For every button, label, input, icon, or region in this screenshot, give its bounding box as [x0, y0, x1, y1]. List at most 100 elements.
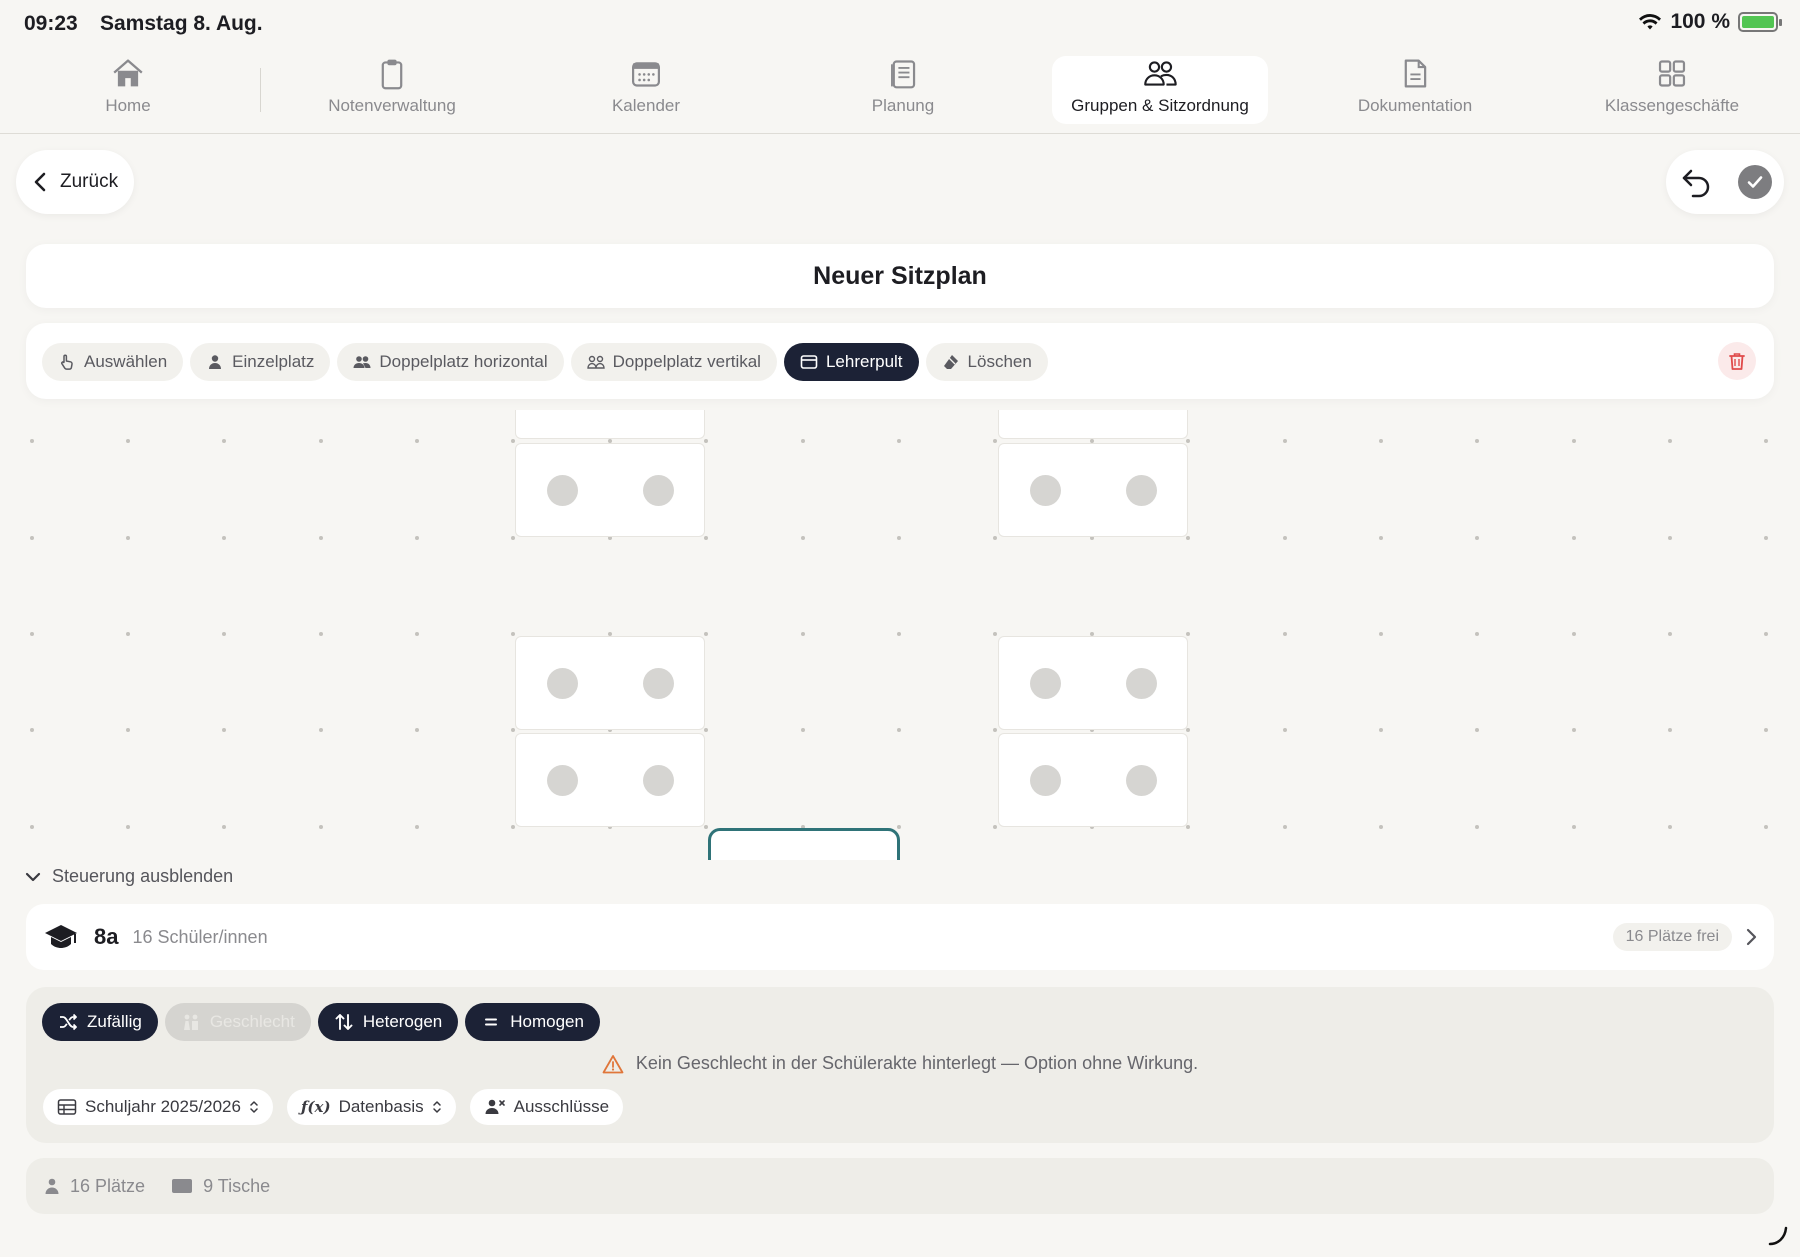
grid-dot — [1283, 632, 1287, 636]
seat-marker[interactable] — [642, 764, 674, 796]
grid-dot — [30, 536, 34, 540]
grid-icon — [1658, 60, 1686, 87]
double-desk[interactable] — [515, 636, 705, 730]
double-desk[interactable] — [998, 443, 1188, 537]
strategy-heterogeneous-button[interactable]: Heterogen — [317, 1003, 459, 1041]
grid-dot — [1572, 536, 1576, 540]
double-desk[interactable] — [998, 636, 1188, 730]
grid-dot — [993, 439, 997, 443]
strategy-random-button[interactable]: Zufällig — [42, 1003, 158, 1041]
tab-home[interactable]: Home — [78, 56, 178, 124]
calendar-icon — [632, 62, 660, 87]
grid-dot — [415, 632, 419, 636]
back-label: Zurück — [60, 171, 119, 192]
seat-marker[interactable] — [642, 474, 674, 506]
tool-double-seat-horizontal[interactable]: Doppelplatz horizontal — [337, 343, 564, 381]
seat-marker[interactable] — [1125, 667, 1157, 699]
school-year-selector[interactable]: Schuljahr 2025/2026 — [43, 1089, 273, 1125]
grid-dot — [897, 439, 901, 443]
plan-stats: 16 Plätze 9 Tische — [26, 1158, 1774, 1214]
grid-dot — [415, 825, 419, 829]
tab-dokumentation[interactable]: Dokumentation — [1340, 56, 1490, 124]
arrows-updown-icon — [335, 1014, 353, 1030]
tab-notenverwaltung[interactable]: Notenverwaltung — [312, 56, 472, 124]
seat-marker[interactable] — [1029, 474, 1061, 506]
table-rect-icon — [172, 1179, 193, 1193]
tab-kalender[interactable]: Kalender — [596, 56, 696, 124]
grid-dot — [1186, 439, 1190, 443]
checkmark-icon — [1747, 176, 1762, 188]
grid-dot — [222, 825, 226, 829]
grid-dot — [1475, 439, 1479, 443]
double-desk[interactable] — [515, 410, 705, 439]
editor-toolbar: Auswählen Einzelplatz Doppelplatz horizo… — [26, 323, 1774, 399]
grid-dot — [126, 825, 130, 829]
tool-single-seat[interactable]: Einzelplatz — [190, 343, 331, 381]
grid-dot — [1668, 825, 1672, 829]
strategy-homogeneous-button[interactable]: Homogen — [465, 1003, 600, 1041]
grid-dot — [1475, 536, 1479, 540]
seat-marker[interactable] — [1125, 764, 1157, 796]
chevron-down-icon — [25, 872, 41, 881]
tab-klassengeschaefte[interactable]: Klassengeschäfte — [1592, 56, 1752, 124]
seat-marker[interactable] — [546, 474, 578, 506]
confirm-button[interactable] — [1737, 165, 1772, 199]
seating-plan-title-card[interactable]: Neuer Sitzplan — [26, 244, 1774, 308]
tool-erase[interactable]: Löschen — [925, 343, 1048, 381]
tool-select[interactable]: Auswählen — [42, 343, 184, 381]
grid-dot — [704, 632, 708, 636]
teacher-desk[interactable] — [708, 828, 900, 860]
seat-marker[interactable] — [1029, 667, 1061, 699]
grid-dot — [126, 728, 130, 732]
seating-canvas[interactable] — [0, 410, 1800, 860]
controls-toggle[interactable]: Steuerung ausblenden — [24, 866, 233, 887]
tab-planung[interactable]: Planung — [853, 56, 953, 124]
tab-gruppen-sitzordnung[interactable]: Gruppen & Sitzordnung — [1052, 56, 1268, 124]
person-icon — [45, 1178, 59, 1194]
gender-warning: Kein Geschlecht in der Schülerakte hinte… — [26, 1053, 1774, 1074]
two-people-icon — [353, 356, 371, 368]
grid-dot — [704, 825, 708, 829]
status-indicators: 100 % — [1638, 10, 1782, 34]
grid-dot — [993, 632, 997, 636]
seat-marker[interactable] — [1029, 764, 1061, 796]
eraser-icon — [943, 355, 958, 369]
seat-marker[interactable] — [546, 764, 578, 796]
double-desk[interactable] — [998, 733, 1188, 827]
gender-icon — [183, 1014, 198, 1030]
page-title: Neuer Sitzplan — [813, 261, 987, 290]
hand-pointer-icon — [61, 354, 73, 370]
status-time: 09:23 — [24, 12, 78, 35]
grid-dot — [1668, 632, 1672, 636]
strategy-label: Homogen — [510, 1012, 584, 1031]
grid-dot — [415, 728, 419, 732]
resize-handle-icon[interactable] — [1766, 1223, 1790, 1247]
selector-label: Schuljahr 2025/2026 — [85, 1097, 241, 1116]
grid-dot — [30, 825, 34, 829]
seat-count-label: 16 Plätze — [70, 1175, 146, 1196]
back-button[interactable]: Zurück — [16, 150, 135, 214]
tool-double-seat-vertical[interactable]: Doppelplatz vertikal — [570, 343, 777, 381]
grid-dot — [897, 825, 901, 829]
tab-label: Gruppen & Sitzordnung — [1071, 96, 1249, 115]
tab-label: Home — [105, 96, 151, 115]
tool-teacher-desk[interactable]: Lehrerpult — [783, 343, 919, 381]
grid-dot — [1668, 439, 1672, 443]
seat-marker[interactable] — [1125, 474, 1157, 506]
seat-marker[interactable] — [642, 667, 674, 699]
seat-marker[interactable] — [546, 667, 578, 699]
exclusions-button[interactable]: Ausschlüsse — [469, 1089, 624, 1125]
delete-all-button[interactable] — [1718, 342, 1756, 380]
undo-icon[interactable] — [1679, 165, 1713, 199]
status-date: Samstag 8. Aug. — [100, 12, 263, 35]
data-basis-selector[interactable]: ƒ(x) Datenbasis — [286, 1089, 456, 1125]
grid-dot — [511, 825, 515, 829]
double-desk[interactable] — [515, 443, 705, 537]
double-desk[interactable] — [515, 733, 705, 827]
strategy-gender-button[interactable]: Geschlecht — [164, 1003, 311, 1041]
strategy-label: Zufällig — [87, 1012, 142, 1031]
class-selector[interactable]: 8a 16 Schüler/innen 16 Plätze frei — [26, 904, 1774, 970]
selector-label: Datenbasis — [338, 1097, 424, 1116]
person-x-icon — [485, 1099, 505, 1114]
double-desk[interactable] — [998, 410, 1188, 439]
